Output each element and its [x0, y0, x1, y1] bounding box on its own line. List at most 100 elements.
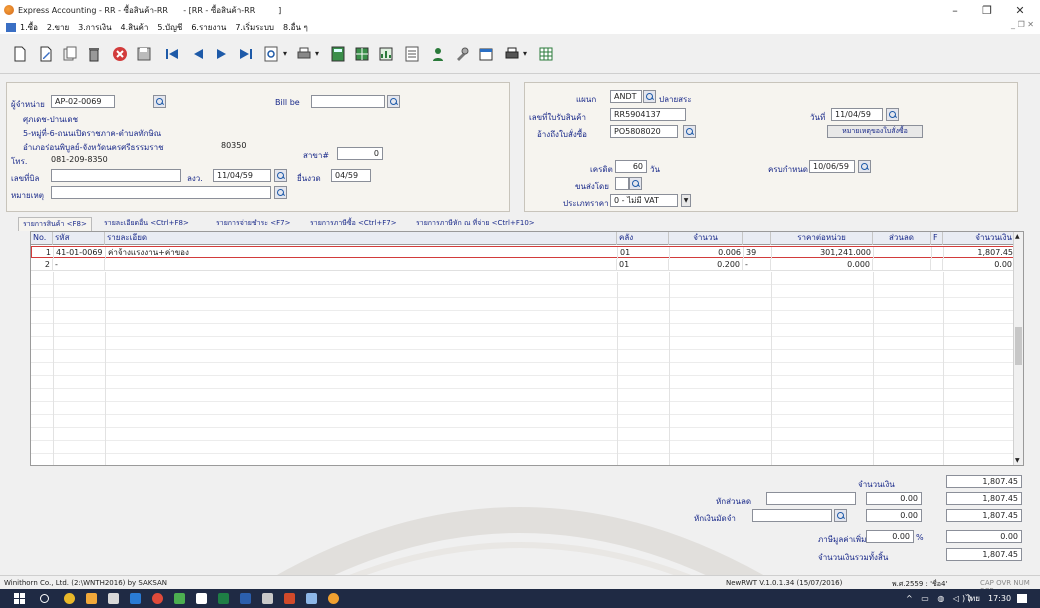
dept-code-field[interactable]: ANDT [610, 90, 642, 103]
bill-lookup-icon[interactable] [387, 95, 400, 108]
dept-lookup-icon[interactable] [643, 90, 656, 103]
bill-field[interactable] [311, 95, 385, 108]
receipt-no-field[interactable]: RR5904137 [610, 108, 686, 121]
edit-icon[interactable] [38, 46, 54, 62]
printer-icon[interactable] [504, 46, 520, 62]
calculator-icon[interactable] [330, 46, 346, 62]
scroll-down-icon[interactable]: ▼ [1015, 457, 1020, 464]
dropdown-arrow-icon[interactable]: ▾ [283, 49, 287, 58]
maximize-button[interactable]: ❐ [972, 0, 1002, 20]
row-f[interactable] [932, 247, 944, 259]
maps-icon[interactable] [174, 593, 185, 604]
mdi-window-controls[interactable]: _ ❐ ✕ [1011, 20, 1034, 29]
calendar-icon[interactable] [478, 46, 494, 62]
print-icon[interactable] [296, 46, 312, 62]
table-row[interactable]: 1 41-01-0069 ค่าจ้างแรงงาน+ค่าของ 01 0.0… [31, 246, 1016, 259]
menu-purchase[interactable]: 1.ซื้อ [20, 21, 38, 34]
col-quantity[interactable]: จำนวน [669, 232, 743, 245]
row-warehouse[interactable]: 01 [618, 247, 670, 259]
system-tray[interactable]: ^ ▭ ◍ ◁)) [906, 589, 974, 608]
first-record-icon[interactable] [164, 46, 180, 62]
col-no[interactable]: No. [31, 232, 53, 245]
grid-icon[interactable] [354, 46, 370, 62]
menu-sales[interactable]: 2.ขาย [47, 21, 69, 34]
col-unit-price[interactable]: ราคาต่อหน่วย [771, 232, 873, 245]
col-discount[interactable]: ส่วนลด [873, 232, 931, 245]
word-icon[interactable] [240, 593, 251, 604]
grid-scrollbar[interactable]: ▲ ▼ [1013, 232, 1023, 465]
prev-record-icon[interactable] [190, 46, 206, 62]
due-date-field[interactable]: 10/06/59 [809, 160, 855, 173]
po-field[interactable]: PO5808020 [610, 125, 678, 138]
table-row[interactable]: 2 - 01 0.200 - 0.000 0.00 [31, 259, 1015, 271]
accounting-app-icon[interactable] [328, 593, 339, 604]
tax-period-field[interactable]: 04/59 [331, 169, 371, 182]
row-f[interactable] [931, 259, 943, 271]
vendor-code-field[interactable]: AP-02-0069 [51, 95, 115, 108]
new-document-icon[interactable] [12, 46, 28, 62]
vat-type-select[interactable]: 0 - ไม่มี VAT [610, 194, 678, 207]
row-unit-price[interactable]: 301,241.000 [772, 247, 874, 259]
remark-field[interactable] [51, 186, 271, 199]
row-code[interactable]: - [53, 259, 105, 271]
po-note-button[interactable]: หมายเหตุของใบสั่งซื้อ [827, 125, 923, 138]
dropdown-arrow-icon[interactable]: ▾ [315, 49, 319, 58]
due-date-lookup-icon[interactable] [858, 160, 871, 173]
row-quantity[interactable]: 0.200 [669, 259, 743, 271]
search-icon[interactable] [40, 594, 49, 603]
menu-accounting[interactable]: 5.บัญชี [157, 21, 182, 34]
scroll-up-icon[interactable]: ▲ [1015, 233, 1020, 240]
col-unit[interactable] [743, 232, 771, 245]
tab-payments[interactable]: รายการจ่ายชำระ <F7> [212, 217, 295, 231]
tax-date-field[interactable]: 11/04/59 [213, 169, 271, 182]
scrollbar-thumb[interactable] [1015, 327, 1022, 365]
photos-icon[interactable] [306, 593, 317, 604]
invoice-no-field[interactable] [51, 169, 181, 182]
discount-input[interactable] [766, 492, 856, 505]
media-icon[interactable] [152, 593, 163, 604]
remark-lookup-icon[interactable] [274, 186, 287, 199]
row-warehouse[interactable]: 01 [617, 259, 669, 271]
language-indicator[interactable]: ไทย [966, 589, 980, 608]
tab-details[interactable]: รายละเอียดอื่น <Ctrl+F8> [100, 217, 193, 231]
notification-icon[interactable] [1017, 594, 1027, 603]
branch-field[interactable]: 0 [337, 147, 383, 160]
col-description[interactable]: รายละเอียด [105, 232, 617, 245]
row-description[interactable] [105, 259, 617, 271]
search-icon[interactable] [264, 46, 280, 62]
date-field[interactable]: 11/04/59 [831, 108, 883, 121]
chevron-down-icon[interactable]: ▼ [681, 194, 691, 207]
store-icon[interactable] [108, 593, 119, 604]
powerpoint-icon[interactable] [284, 593, 295, 604]
menu-other[interactable]: 8.อื่น ๆ [283, 21, 308, 34]
tools-icon[interactable] [454, 46, 470, 62]
row-code[interactable]: 41-01-0069 [54, 247, 106, 259]
menu-setup[interactable]: 7.เริ่มระบบ [235, 21, 274, 34]
ship-field[interactable] [615, 177, 629, 190]
col-code[interactable]: รหัส [53, 232, 105, 245]
menu-finance[interactable]: 3.การเงิน [78, 21, 111, 34]
ship-lookup-icon[interactable] [629, 177, 642, 190]
cancel-icon[interactable] [112, 46, 128, 62]
row-unit-price[interactable]: 0.000 [771, 259, 873, 271]
deposit-input[interactable] [752, 509, 832, 522]
col-f[interactable]: F [931, 232, 943, 245]
row-discount[interactable] [874, 247, 932, 259]
clock[interactable]: 17:30 [988, 589, 1011, 608]
dropdown-arrow-icon[interactable]: ▾ [523, 49, 527, 58]
calendar-lookup-icon[interactable] [274, 169, 287, 182]
copy-icon[interactable] [62, 46, 78, 62]
menu-inventory[interactable]: 4.สินค้า [121, 21, 149, 34]
chart-icon[interactable] [378, 46, 394, 62]
vat-rate-field[interactable]: 0.00 [866, 530, 914, 543]
vendor-lookup-icon[interactable] [153, 95, 166, 108]
col-amount[interactable]: จำนวนเงิน [943, 232, 1015, 245]
calculator-app-icon[interactable] [262, 593, 273, 604]
trash-icon[interactable] [86, 46, 102, 62]
mail-icon[interactable] [130, 593, 141, 604]
chrome-icon[interactable] [64, 593, 75, 604]
tab-withholding-tax[interactable]: รายการภาษีหัก ณ ที่จ่าย <Ctrl+F10> [412, 217, 539, 231]
credit-days-field[interactable]: 60 [615, 160, 647, 173]
row-quantity[interactable]: 0.006 [670, 247, 744, 259]
user-icon[interactable] [430, 46, 446, 62]
